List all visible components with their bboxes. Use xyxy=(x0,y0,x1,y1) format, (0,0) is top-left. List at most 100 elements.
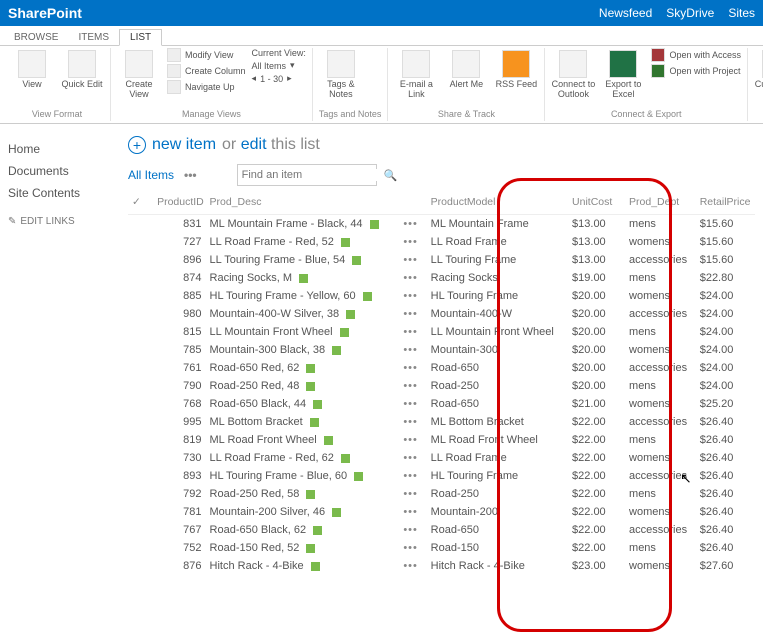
col-prod-id[interactable]: ProductID xyxy=(153,192,205,215)
table-row[interactable]: 885HL Touring Frame - Yellow, 60 •••HL T… xyxy=(128,287,755,305)
row-menu[interactable]: ••• xyxy=(403,560,418,572)
current-view-select[interactable]: All Items ▾ xyxy=(252,60,306,71)
tab-items[interactable]: ITEMS xyxy=(68,30,119,45)
cell-desc[interactable]: Road-250 Red, 48 xyxy=(206,377,400,395)
table-row[interactable]: 876Hitch Rack - 4-Bike •••Hitch Rack - 4… xyxy=(128,557,755,575)
table-row[interactable]: 767Road-650 Black, 62 •••Road-650$22.00a… xyxy=(128,521,755,539)
col-select[interactable]: ✓ xyxy=(128,192,153,215)
search-input[interactable] xyxy=(242,169,384,181)
btn-alert-me[interactable]: Alert Me xyxy=(444,48,488,90)
btn-create-view[interactable]: Create View xyxy=(117,48,161,100)
btn-tags-notes[interactable]: Tags & Notes xyxy=(319,48,363,100)
table-row[interactable]: 874Racing Socks, M •••Racing Socks$19.00… xyxy=(128,269,755,287)
cell-desc[interactable]: Road-650 Black, 62 xyxy=(206,521,400,539)
cell-desc[interactable]: LL Road Frame - Red, 62 xyxy=(206,449,400,467)
btn-view[interactable]: View xyxy=(10,48,54,90)
row-menu[interactable]: ••• xyxy=(403,326,418,338)
btn-email-link[interactable]: E-mail a Link xyxy=(394,48,438,100)
topnav-skydrive[interactable]: SkyDrive xyxy=(666,6,714,20)
table-row[interactable]: 752Road-150 Red, 52 •••Road-150$22.00men… xyxy=(128,539,755,557)
tab-list[interactable]: LIST xyxy=(119,29,162,46)
cell-desc[interactable]: Mountain-300 Black, 38 xyxy=(206,341,400,359)
view-menu[interactable]: ••• xyxy=(184,168,197,182)
table-row[interactable]: 727LL Road Frame - Red, 52 •••LL Road Fr… xyxy=(128,233,755,251)
table-row[interactable]: 730LL Road Frame - Red, 62 •••LL Road Fr… xyxy=(128,449,755,467)
cell-desc[interactable]: Racing Socks, M xyxy=(206,269,400,287)
col-retail-price[interactable]: RetailPrice xyxy=(696,192,755,215)
table-row[interactable]: 980Mountain-400-W Silver, 38 •••Mountain… xyxy=(128,305,755,323)
btn-export-excel[interactable]: Export to Excel xyxy=(601,48,645,100)
table-row[interactable]: 831ML Mountain Frame - Black, 44 •••ML M… xyxy=(128,215,755,234)
row-menu[interactable]: ••• xyxy=(403,236,418,248)
row-menu[interactable]: ••• xyxy=(403,416,418,428)
row-menu[interactable]: ••• xyxy=(403,542,418,554)
row-menu[interactable]: ••• xyxy=(403,524,418,536)
cell-desc[interactable]: ML Mountain Frame - Black, 44 xyxy=(206,215,400,234)
edit-list-link[interactable]: edit xyxy=(241,136,267,153)
btn-quick-edit[interactable]: Quick Edit xyxy=(60,48,104,90)
nav-documents[interactable]: Documents xyxy=(8,160,128,182)
table-row[interactable]: 768Road-650 Black, 44 •••Road-650$21.00w… xyxy=(128,395,755,413)
cell-desc[interactable]: Mountain-200 Silver, 46 xyxy=(206,503,400,521)
row-menu[interactable]: ••• xyxy=(403,488,418,500)
table-row[interactable]: 819ML Road Front Wheel •••ML Road Front … xyxy=(128,431,755,449)
row-menu[interactable]: ••• xyxy=(403,470,418,482)
cell-desc[interactable]: Road-650 Black, 44 xyxy=(206,395,400,413)
table-row[interactable]: 785Mountain-300 Black, 38 •••Mountain-30… xyxy=(128,341,755,359)
col-prod-dept[interactable]: Prod_Dept xyxy=(625,192,696,215)
col-unit-cost[interactable]: UnitCost xyxy=(568,192,625,215)
row-menu[interactable]: ••• xyxy=(403,344,418,356)
search-icon[interactable]: 🔍 xyxy=(384,169,398,182)
cell-desc[interactable]: Mountain-400-W Silver, 38 xyxy=(206,305,400,323)
table-row[interactable]: 893HL Touring Frame - Blue, 60 •••HL Tou… xyxy=(128,467,755,485)
row-menu[interactable]: ••• xyxy=(403,218,418,230)
topnav-sites[interactable]: Sites xyxy=(728,6,755,20)
cell-desc[interactable]: LL Mountain Front Wheel xyxy=(206,323,400,341)
cell-desc[interactable]: Road-250 Red, 58 xyxy=(206,485,400,503)
cell-desc[interactable]: ML Road Front Wheel xyxy=(206,431,400,449)
table-row[interactable]: 995ML Bottom Bracket •••ML Bottom Bracke… xyxy=(128,413,755,431)
table-row[interactable]: 781Mountain-200 Silver, 46 •••Mountain-2… xyxy=(128,503,755,521)
table-row[interactable]: 761Road-650 Red, 62 •••Road-650$20.00acc… xyxy=(128,359,755,377)
col-product-model[interactable]: ProductModel xyxy=(427,192,568,215)
nav-home[interactable]: Home xyxy=(8,138,128,160)
cell-desc[interactable]: Hitch Rack - 4-Bike xyxy=(206,557,400,575)
row-menu[interactable]: ••• xyxy=(403,272,418,284)
table-row[interactable]: 792Road-250 Red, 58 •••Road-250$22.00men… xyxy=(128,485,755,503)
tab-browse[interactable]: BROWSE xyxy=(4,30,68,45)
row-menu[interactable]: ••• xyxy=(403,506,418,518)
cell-desc[interactable]: LL Road Frame - Red, 52 xyxy=(206,233,400,251)
cell-desc[interactable]: Road-650 Red, 62 xyxy=(206,359,400,377)
row-menu[interactable]: ••• xyxy=(403,308,418,320)
topnav-newsfeed[interactable]: Newsfeed xyxy=(599,6,652,20)
btn-modify-view[interactable]: Modify View xyxy=(167,48,246,62)
cell-desc[interactable]: ML Bottom Bracket xyxy=(206,413,400,431)
cell-desc[interactable]: HL Touring Frame - Yellow, 60 xyxy=(206,287,400,305)
cell-desc[interactable]: LL Touring Frame - Blue, 54 xyxy=(206,251,400,269)
plus-icon[interactable]: + xyxy=(128,136,146,154)
row-menu[interactable]: ••• xyxy=(403,290,418,302)
row-menu[interactable]: ••• xyxy=(403,398,418,410)
table-row[interactable]: 896LL Touring Frame - Blue, 54 •••LL Tou… xyxy=(128,251,755,269)
btn-navigate-up[interactable]: Navigate Up xyxy=(167,80,246,94)
row-menu[interactable]: ••• xyxy=(403,362,418,374)
col-prod-desc[interactable]: Prod_Desc xyxy=(206,192,400,215)
nav-site-contents[interactable]: Site Contents xyxy=(8,182,128,204)
row-menu[interactable]: ••• xyxy=(403,380,418,392)
cell-desc[interactable]: Road-150 Red, 52 xyxy=(206,539,400,557)
btn-connect-outlook[interactable]: Connect to Outlook xyxy=(551,48,595,100)
row-menu[interactable]: ••• xyxy=(403,254,418,266)
search-box[interactable]: 🔍 xyxy=(237,164,377,186)
btn-open-project[interactable]: Open with Project xyxy=(651,64,741,78)
view-all-items[interactable]: All Items xyxy=(128,168,174,182)
new-item-link[interactable]: new item xyxy=(152,136,216,154)
edit-links[interactable]: ✎EDIT LINKS xyxy=(8,216,128,227)
row-menu[interactable]: ••• xyxy=(403,434,418,446)
btn-rss[interactable]: RSS Feed xyxy=(494,48,538,90)
paging[interactable]: ◂ 1 - 30 ▸ xyxy=(252,73,306,84)
table-row[interactable]: 815LL Mountain Front Wheel •••LL Mountai… xyxy=(128,323,755,341)
btn-open-access[interactable]: Open with Access xyxy=(651,48,741,62)
cell-desc[interactable]: HL Touring Frame - Blue, 60 xyxy=(206,467,400,485)
btn-create-column[interactable]: Create Column xyxy=(167,64,246,78)
table-row[interactable]: 790Road-250 Red, 48 •••Road-250$20.00men… xyxy=(128,377,755,395)
